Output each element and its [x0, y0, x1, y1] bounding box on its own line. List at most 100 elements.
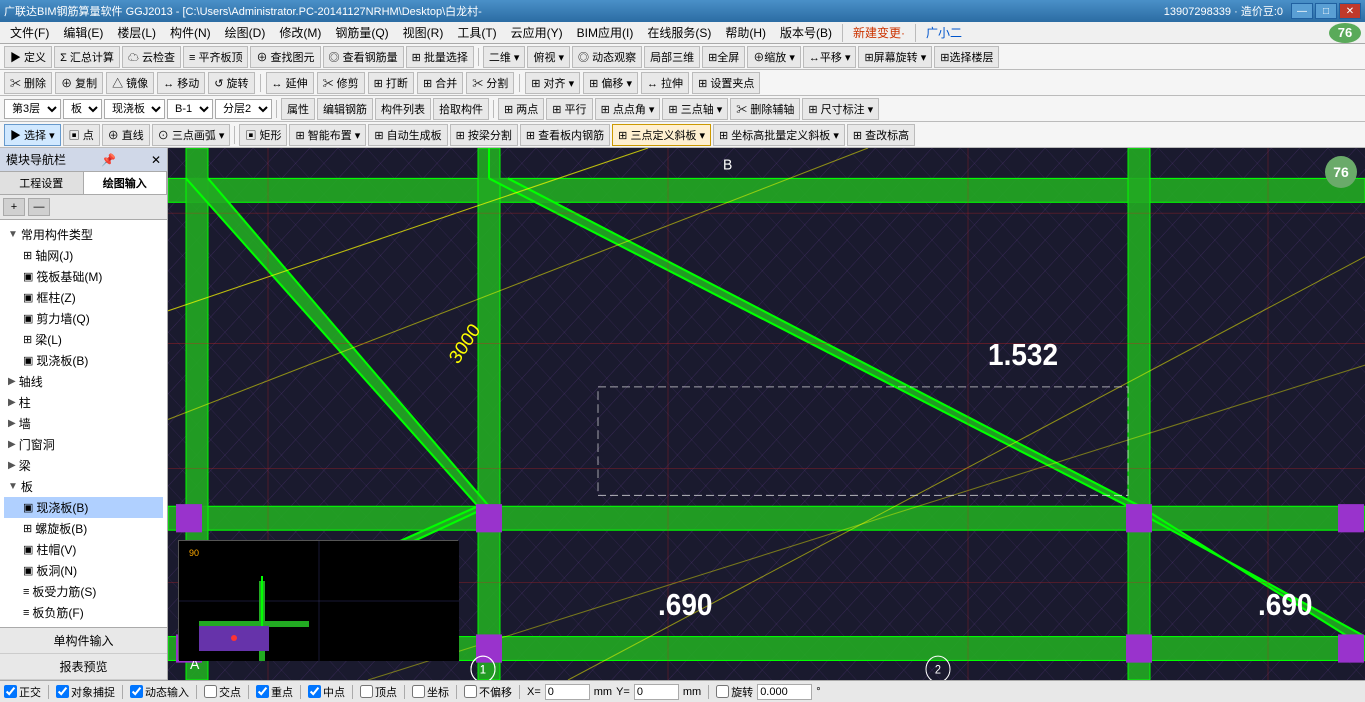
select-tool-btn[interactable]: ▶ 选择 ▾ [4, 124, 61, 146]
property-btn[interactable]: 属性 [281, 98, 315, 120]
three-point-axis-btn[interactable]: ⊞ 三点轴 ▾ [662, 98, 728, 120]
cloud-check-btn[interactable]: ☁ 云检查 [122, 46, 181, 68]
delete-axis-btn[interactable]: ✂ 删除辅轴 [730, 98, 800, 120]
zoom-btn[interactable]: ⊕缩放 ▾ [747, 46, 801, 68]
tree-common-types[interactable]: ▼ 常用构件类型 [4, 224, 163, 245]
batch-select-btn[interactable]: ⊞ 批量选择 [406, 46, 474, 68]
sidebar-pin-btn[interactable]: 📌 [101, 153, 116, 167]
endpoint-check[interactable]: 重点 [256, 684, 293, 700]
menu-cloud[interactable]: 云应用(Y) [505, 22, 569, 43]
tree-spiral-slab[interactable]: ⊞ 螺旋板(B) [4, 518, 163, 539]
x-input[interactable] [545, 684, 590, 700]
align-btn[interactable]: ⊞ 对齐 ▾ [525, 72, 580, 94]
vertex-checkbox[interactable] [360, 685, 373, 698]
delete-btn[interactable]: ✂ 删除 [4, 72, 52, 94]
expand-all-btn[interactable]: + [3, 198, 25, 216]
dynamic-input-checkbox[interactable] [130, 685, 143, 698]
menu-file[interactable]: 文件(F) [4, 22, 55, 43]
point-tool-btn[interactable]: ▣ 点 [63, 124, 100, 146]
single-component-input-btn[interactable]: 单构件输入 [0, 628, 167, 654]
edit-rebar-btn[interactable]: 编辑钢筋 [317, 98, 373, 120]
close-button[interactable]: ✕ [1339, 3, 1361, 19]
tree-axis-grid[interactable]: ⊞ 轴网(J) [4, 245, 163, 266]
grip-btn[interactable]: ⊞ 设置夹点 [692, 72, 760, 94]
intersection-check[interactable]: 交点 [204, 684, 241, 700]
menu-floor[interactable]: 楼层(L) [111, 22, 162, 43]
point-angle-btn[interactable]: ⊞ 点点角 ▾ [595, 98, 661, 120]
move-btn[interactable]: ↔ 移动 [157, 72, 205, 94]
level-top-btn[interactable]: ≡ 平齐板顶 [183, 46, 248, 68]
coord-checkbox[interactable] [412, 685, 425, 698]
find-element-btn[interactable]: ⊕ 查找图元 [250, 46, 320, 68]
menu-component[interactable]: 构件(N) [164, 22, 217, 43]
tree-slab-tension-bar[interactable]: ≡ 板受力筋(S) [4, 581, 163, 602]
menu-bim[interactable]: BIM应用(I) [571, 22, 640, 43]
menu-guang2[interactable]: 广小二 [920, 22, 968, 43]
offset-btn[interactable]: ⊞ 偏移 ▾ [583, 72, 638, 94]
subtype-select[interactable]: 现浇板 [104, 99, 165, 119]
tree-slab-group[interactable]: ▼ 板 [4, 476, 163, 497]
pan-btn[interactable]: ↔平移 ▾ [803, 46, 857, 68]
fullscreen-btn[interactable]: ⊞全屏 [702, 46, 745, 68]
tree-beam-group[interactable]: ▶ 梁 [4, 455, 163, 476]
tree-axis-group[interactable]: ▶ 轴线 [4, 371, 163, 392]
view-slab-rebar-btn[interactable]: ⊞ 查看板内钢筋 [520, 124, 610, 146]
mirror-btn[interactable]: △ 镜像 [106, 72, 154, 94]
component-type-select[interactable]: 板 [63, 99, 102, 119]
tree-wall-group[interactable]: ▶ 墙 [4, 413, 163, 434]
split-by-beam-btn[interactable]: ⊞ 按梁分割 [450, 124, 518, 146]
snap-checkbox[interactable] [56, 685, 69, 698]
tree-cast-slab[interactable]: ▣ 现浇板(B) [4, 497, 163, 518]
auto-gen-slab-btn[interactable]: ⊞ 自动生成板 [368, 124, 447, 146]
menu-new-change[interactable]: 新建变更· [847, 22, 911, 43]
no-offset-checkbox[interactable] [464, 685, 477, 698]
rotate-checkbox[interactable] [716, 685, 729, 698]
snap-check[interactable]: 对象捕捉 [56, 684, 115, 700]
dim-mark-btn[interactable]: ⊞ 尺寸标注 ▾ [802, 98, 879, 120]
midpoint-checkbox[interactable] [308, 685, 321, 698]
break-btn[interactable]: ⊞ 打断 [368, 72, 414, 94]
orthogonal-checkbox[interactable] [4, 685, 17, 698]
orthogonal-check[interactable]: 正交 [4, 684, 41, 700]
summarize-btn[interactable]: Σ 汇总计算 [54, 46, 120, 68]
select-floor-btn[interactable]: ⊞选择楼层 [934, 46, 999, 68]
arc-tool-btn[interactable]: ⊙ 三点画弧 ▾ [152, 124, 231, 146]
tree-slab-opening[interactable]: ▣ 板洞(N) [4, 560, 163, 581]
tree-column-group[interactable]: ▶ 柱 [4, 392, 163, 413]
tree-slab-neg-bar[interactable]: ≡ 板负筋(F) [4, 602, 163, 623]
tree-door-window-group[interactable]: ▶ 门窗洞 [4, 434, 163, 455]
coord-check[interactable]: 坐标 [412, 684, 449, 700]
zone-select[interactable]: 分层2 [215, 99, 272, 119]
vertex-check[interactable]: 顶点 [360, 684, 397, 700]
minimize-button[interactable]: — [1291, 3, 1313, 19]
dynamic-input-check[interactable]: 动态输入 [130, 684, 189, 700]
define-slope-slab-btn[interactable]: ⊞ 三点定义斜板 ▾ [612, 124, 711, 146]
local-3d-btn[interactable]: 局部三维 [644, 46, 700, 68]
tab-draw-input[interactable]: 绘图输入 [84, 172, 168, 194]
menu-version[interactable]: 版本号(B) [774, 22, 838, 43]
no-offset-check[interactable]: 不偏移 [464, 684, 512, 700]
component-list-btn[interactable]: 构件列表 [375, 98, 431, 120]
tab-project-setup[interactable]: 工程设置 [0, 172, 84, 194]
screen-rotate-btn[interactable]: ⊞屏幕旋转 ▾ [858, 46, 932, 68]
extend-btn[interactable]: ↔ 延伸 [266, 72, 314, 94]
menu-modify[interactable]: 修改(M) [273, 22, 327, 43]
sidebar-close-btn[interactable]: ✕ [151, 153, 161, 167]
2d-btn[interactable]: 二维 ▾ [483, 46, 526, 68]
rect-tool-btn[interactable]: ▣ 矩形 [239, 124, 287, 146]
menu-edit[interactable]: 编辑(E) [57, 22, 109, 43]
tree-beam[interactable]: ⊞ 梁(L) [4, 329, 163, 350]
dynamic-observe-btn[interactable]: ◎ 动态观察 [572, 46, 642, 68]
merge-btn[interactable]: ⊞ 合并 [417, 72, 463, 94]
view-elevation-btn[interactable]: ⊞ 查改标高 [847, 124, 915, 146]
rotate-input[interactable] [757, 684, 812, 700]
menu-view[interactable]: 视图(R) [397, 22, 450, 43]
menu-online[interactable]: 在线服务(S) [641, 22, 717, 43]
define-btn[interactable]: ▶ 定义 [4, 46, 52, 68]
midpoint-check[interactable]: 中点 [308, 684, 345, 700]
trim-btn[interactable]: ✂ 修剪 [317, 72, 365, 94]
maximize-button[interactable]: □ [1315, 3, 1337, 19]
parallel-btn[interactable]: ⊞ 平行 [546, 98, 592, 120]
tree-column-cap[interactable]: ▣ 柱帽(V) [4, 539, 163, 560]
y-input[interactable] [634, 684, 679, 700]
